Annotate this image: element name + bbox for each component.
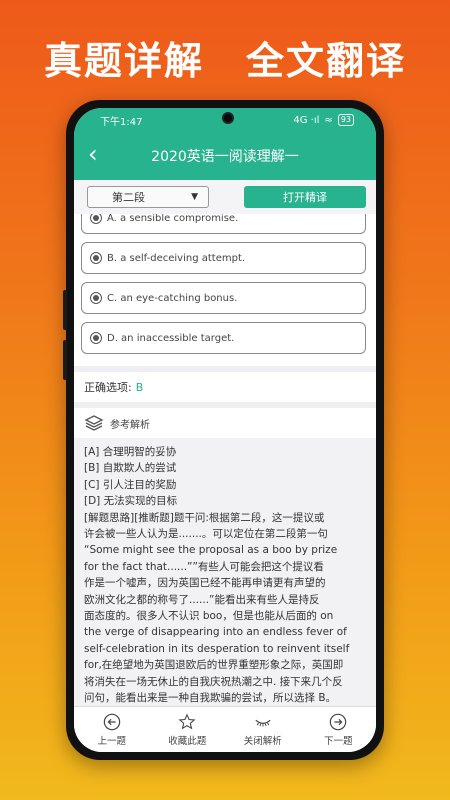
option-d[interactable]: D. an inaccessible target. <box>81 322 366 354</box>
next-question-button[interactable]: 下一题 <box>307 713 369 747</box>
analysis-header: 参考解析 <box>74 408 376 438</box>
analysis-line: 面态度的。很多人不认识 boo，但是也能从后面的 on <box>84 610 334 623</box>
app-header: 下午1:47 4G ·ıl ≈ 93 ‹ 2020英语一阅读理解一 <box>74 108 376 180</box>
correct-answer-value: B <box>135 380 144 394</box>
power-button <box>63 340 67 380</box>
phone-frame: 下午1:47 4G ·ıl ≈ 93 ‹ 2020英语一阅读理解一 第二段 ▼ … <box>63 100 384 760</box>
open-translation-button[interactable]: 打开精译 <box>244 186 366 208</box>
option-b[interactable]: B. a self-deceiving attempt. <box>81 242 366 274</box>
volume-button <box>63 290 67 330</box>
analysis-line: for,在绝望地为英国退欧后的世界重塑形象之际，英国即 <box>84 659 344 672</box>
bottom-nav: 上一题 收藏此题 关闭解析 下一题 <box>74 706 376 752</box>
analysis-line: [D] 无法实现的目标 <box>84 495 178 508</box>
analysis-line: 许会被一些人认为是.......。可以定位在第二段第一句 <box>84 528 328 541</box>
close-analysis-button[interactable]: 关闭解析 <box>232 713 294 747</box>
caret-down-icon: ▼ <box>191 192 198 202</box>
analysis-title: 参考解析 <box>110 419 150 431</box>
favorite-question-button[interactable]: 收藏此题 <box>156 712 218 747</box>
tab-label: 收藏此题 <box>168 735 207 747</box>
star-outline-icon <box>178 712 196 729</box>
signal-icon: 4G ·ıl <box>293 114 320 126</box>
previous-question-button[interactable]: 上一题 <box>81 713 143 747</box>
layers-icon <box>84 415 104 431</box>
analysis-line: self-celebration in its desperation to r… <box>84 642 350 655</box>
analysis-line: 将消失在一场无休止的自我庆祝热潮之中. 接下来几个反 <box>84 675 343 688</box>
chevron-left-icon[interactable]: ‹ <box>88 142 98 166</box>
tab-label: 下一题 <box>323 735 353 747</box>
toolbar: 第二段 ▼ 打开精译 <box>74 180 376 214</box>
paragraph-select[interactable]: 第二段 ▼ <box>87 186 209 208</box>
option-label: D. an inaccessible target. <box>107 332 235 344</box>
paragraph-select-value: 第二段 <box>112 191 145 204</box>
promo-headline: 真题详解 全文翻译 <box>0 30 450 85</box>
radio-icon <box>90 292 102 304</box>
closed-eye-icon <box>255 719 271 726</box>
analysis-line: [B] 自欺欺人的尝试 <box>84 462 177 475</box>
battery-icon: 93 <box>337 114 354 126</box>
analysis-line: for the fact that......””有些人可能会把这个提议看 <box>84 560 324 573</box>
tab-label: 关闭解析 <box>243 735 282 747</box>
options-list: A. a sensible compromise. B. a self-dece… <box>74 214 376 366</box>
radio-icon <box>90 252 102 264</box>
phone-screen: 下午1:47 4G ·ıl ≈ 93 ‹ 2020英语一阅读理解一 第二段 ▼ … <box>74 108 376 752</box>
radio-icon <box>90 332 102 344</box>
correct-answer-row: 正确选项: B <box>74 372 376 402</box>
analysis-line: 欧洲文化之都的称号了......”能看出来有些人是持反 <box>84 593 320 606</box>
arrow-right-circle-icon <box>330 713 347 730</box>
radio-icon <box>90 214 102 224</box>
analysis-line: 问句，能看出来是一种自我欺骗的尝试，所以选择 B。 <box>84 692 337 705</box>
tab-label: 上一题 <box>97 735 126 747</box>
option-label: C. an eye-catching bonus. <box>107 292 238 304</box>
status-time: 下午1:47 <box>100 116 143 128</box>
analysis-line: [解题思路][推断题]题干问:根据第二段，这一提议或 <box>84 511 325 524</box>
camera-icon <box>222 112 234 124</box>
analysis-text: [A] 合理明智的妥协 [B] 自欺欺人的尝试 [C] 引人注目的奖励 [D] … <box>74 438 376 707</box>
promo-right-title: 全文翻译 <box>246 39 407 83</box>
analysis-line: 作是一个嘘声，因为英国已经不能再申请更有声望的 <box>84 577 326 590</box>
option-label: B. a self-deceiving attempt. <box>107 252 246 264</box>
correct-answer-label: 正确选项: <box>84 381 132 394</box>
option-label: A. a sensible compromise. <box>107 214 239 224</box>
arrow-left-circle-icon <box>103 713 120 730</box>
analysis-line: [C] 引人注目的奖励 <box>84 478 177 491</box>
analysis-line: “Some might see the proposal as a boo by… <box>84 544 338 557</box>
analysis-line: [A] 合理明智的妥协 <box>84 446 177 458</box>
promo-left-title: 真题详解 <box>43 39 204 83</box>
wifi-icon: ≈ <box>324 114 333 126</box>
analysis-line: the verge of disappearing into an endles… <box>84 626 347 639</box>
option-c[interactable]: C. an eye-catching bonus. <box>81 282 366 314</box>
page-title: 2020英语一阅读理解一 <box>151 149 299 165</box>
option-a[interactable]: A. a sensible compromise. <box>81 214 366 234</box>
